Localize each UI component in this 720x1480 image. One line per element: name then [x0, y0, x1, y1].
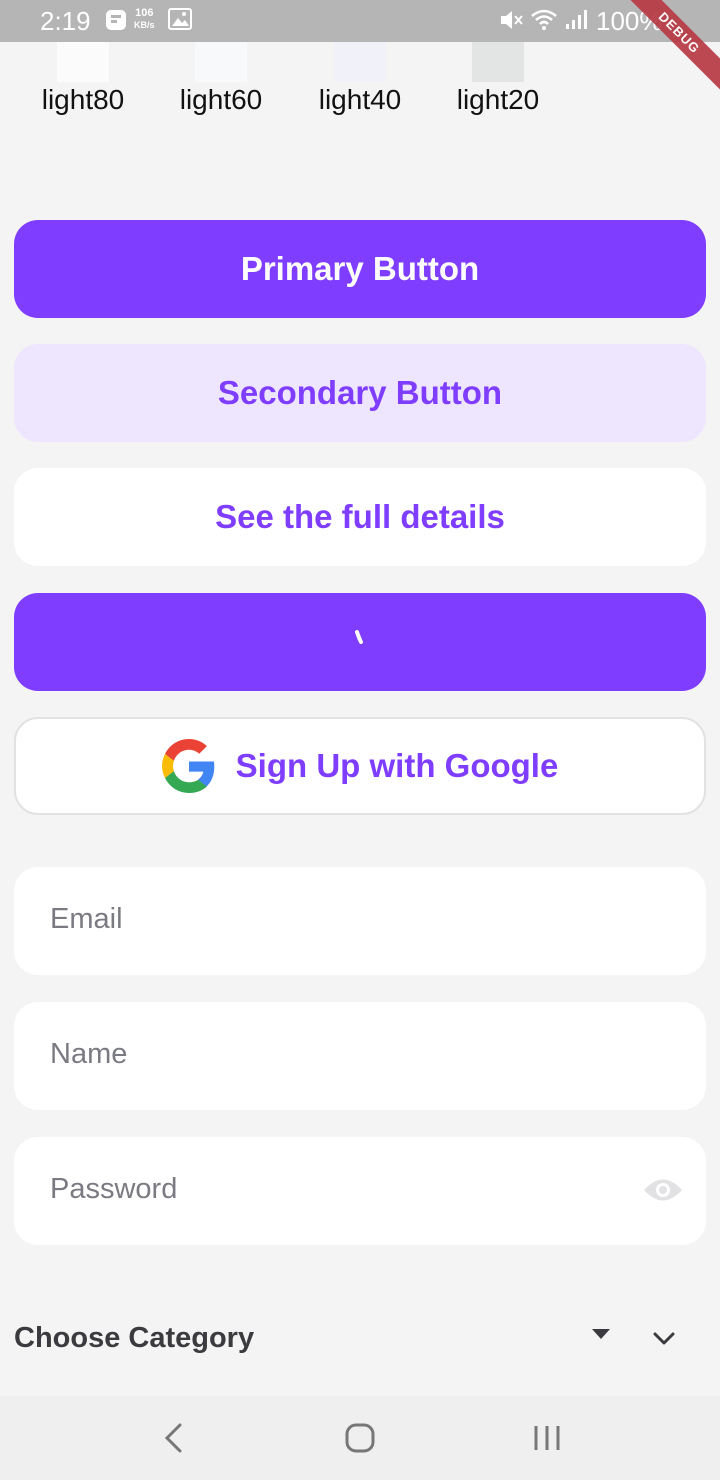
google-signup-button[interactable]: Sign Up with Google [14, 717, 706, 815]
swatch-light60 [195, 42, 247, 82]
eye-icon[interactable] [642, 1175, 684, 1205]
secondary-button[interactable]: Secondary Button [14, 344, 706, 442]
chevron-down-icon[interactable] [652, 1330, 676, 1348]
see-full-details-button[interactable]: See the full details [14, 468, 706, 566]
wifi-icon [530, 8, 558, 37]
email-placeholder: Email [50, 903, 123, 935]
choose-category-dropdown[interactable]: Choose Category [14, 1322, 254, 1355]
secondary-button-label: Secondary Button [217, 374, 503, 411]
home-icon[interactable] [344, 1422, 376, 1454]
net-speed: 106 KB/s [134, 7, 155, 31]
image-icon [168, 8, 192, 35]
status-time: 2:19 [40, 6, 91, 36]
password-field[interactable]: Password [14, 1137, 706, 1245]
swatch-label-light40: light40 [318, 84, 402, 115]
back-icon[interactable] [160, 1422, 186, 1454]
primary-button[interactable]: Primary Button [14, 220, 706, 318]
google-signup-label: Sign Up with Google [235, 747, 559, 784]
email-field[interactable]: Email [14, 867, 706, 975]
google-g-icon [161, 739, 214, 793]
recent-apps-icon[interactable] [532, 1422, 562, 1454]
net-speed-value: 106 [135, 7, 154, 19]
swatch-label-light80: light80 [41, 84, 125, 115]
signal-icon [564, 8, 588, 35]
status-bar: 2:19 106 KB/s 100% DEBUG [0, 0, 720, 94]
mute-icon [498, 8, 524, 37]
swatch-light40 [334, 42, 386, 82]
name-field[interactable]: Name [14, 1002, 706, 1110]
swatch-light20 [472, 42, 524, 82]
see-full-details-label: See the full details [215, 498, 505, 535]
name-placeholder: Name [50, 1038, 128, 1070]
notification-app-icon [104, 8, 128, 37]
swatch-label-light20: light20 [456, 84, 540, 115]
system-navigation-bar [0, 1396, 720, 1480]
dropdown-arrow-icon[interactable] [590, 1327, 612, 1341]
loading-spinner-icon [355, 630, 363, 644]
primary-button-label: Primary Button [240, 250, 480, 287]
password-placeholder: Password [50, 1173, 178, 1205]
swatch-label-light60: light60 [179, 84, 263, 115]
swatch-light80 [57, 42, 109, 82]
net-speed-unit: KB/s [134, 20, 155, 30]
loading-button[interactable] [14, 593, 706, 691]
